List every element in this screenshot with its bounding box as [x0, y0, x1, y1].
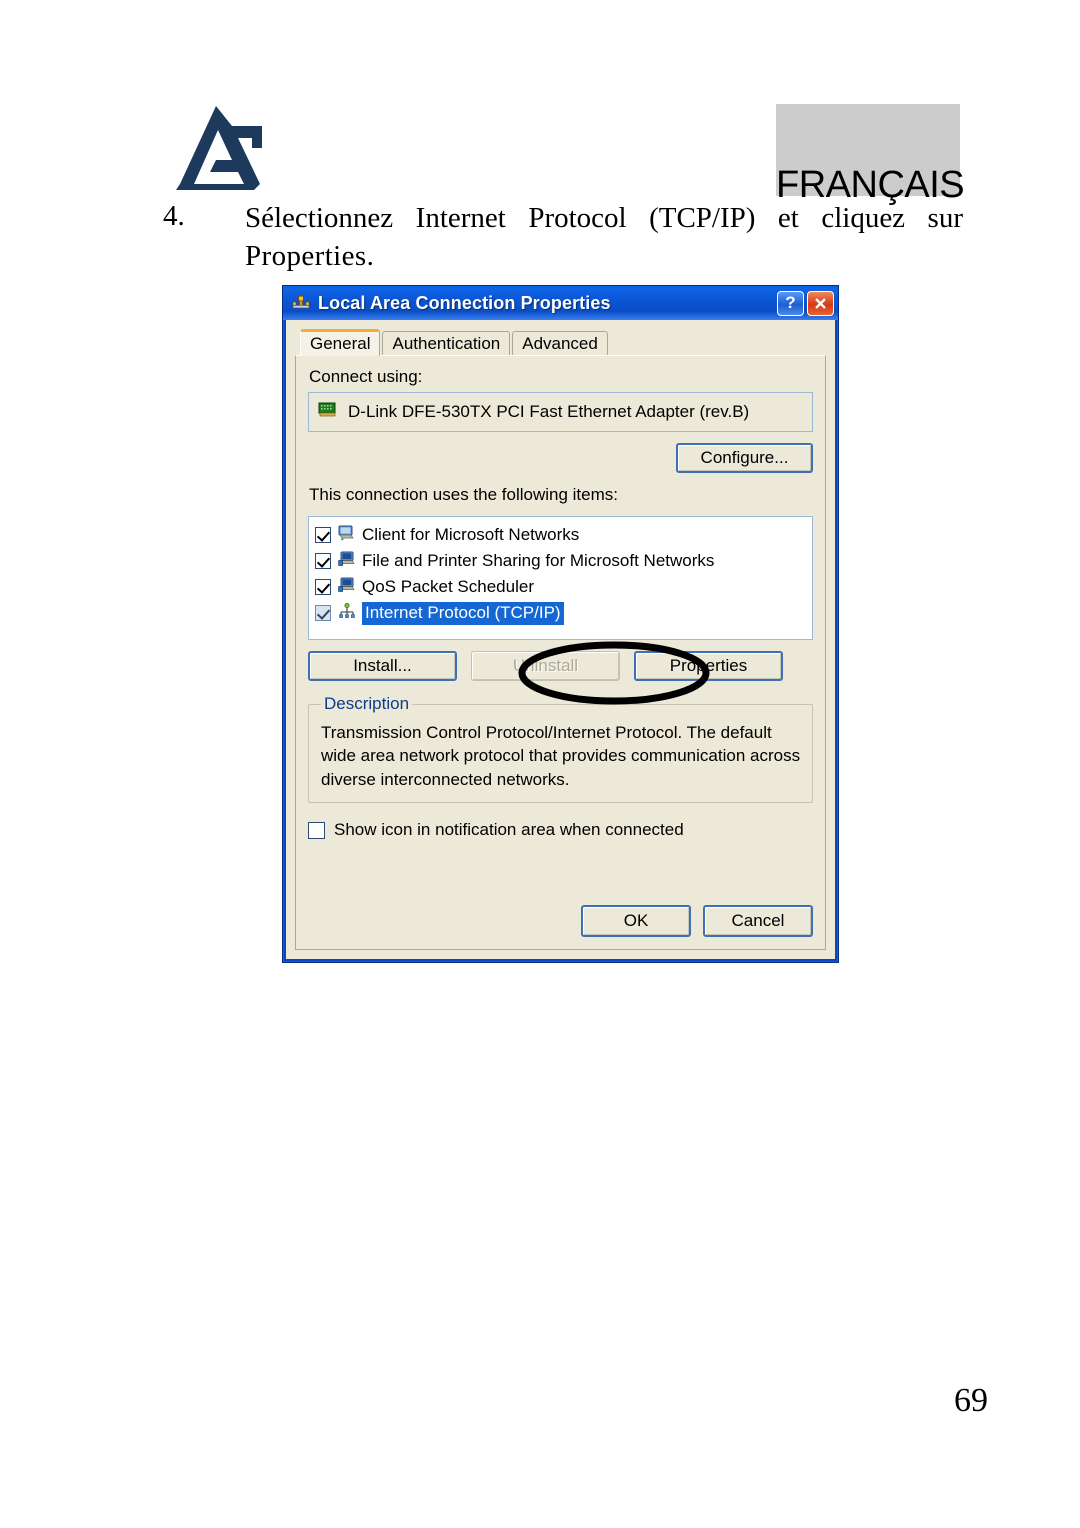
- item-checkbox[interactable]: [315, 579, 331, 595]
- list-item[interactable]: Client for Microsoft Networks: [315, 522, 808, 548]
- list-item[interactable]: File and Printer Sharing for Microsoft N…: [315, 548, 808, 574]
- list-item[interactable]: Internet Protocol (TCP/IP): [315, 600, 808, 626]
- network-connection-icon: [291, 293, 311, 313]
- description-legend: Description: [324, 694, 410, 713]
- network-items-list[interactable]: Client for Microsoft Networks File and P…: [308, 516, 813, 640]
- item-action-buttons: Install... Uninstall Properties: [308, 641, 813, 705]
- protocol-icon: [338, 602, 356, 624]
- dialog-titlebar[interactable]: Local Area Connection Properties ?: [283, 286, 838, 320]
- adapter-field[interactable]: D-Link DFE-530TX PCI Fast Ethernet Adapt…: [308, 392, 813, 432]
- page-number: 69: [954, 1382, 988, 1419]
- close-icon[interactable]: [807, 290, 834, 316]
- tab-panel-general: Connect using: D-Link DFE-530TX PCI Fast…: [295, 355, 826, 950]
- instruction-word: cliquez: [821, 202, 906, 234]
- help-button[interactable]: ?: [777, 290, 804, 316]
- dialog-title: Local Area Connection Properties: [318, 292, 611, 313]
- client-network-icon: [338, 525, 356, 546]
- step-number: 4.: [163, 200, 185, 232]
- configure-button[interactable]: Configure...: [676, 443, 813, 473]
- instruction-word: (TCP/IP): [649, 202, 756, 234]
- tab-authentication[interactable]: Authentication: [382, 331, 511, 355]
- list-item-label: Client for Microsoft Networks: [362, 525, 580, 544]
- language-banner: FRANÇAIS: [776, 104, 965, 204]
- properties-button[interactable]: Properties: [634, 651, 783, 681]
- instruction-word: Protocol: [528, 202, 627, 234]
- tab-advanced[interactable]: Advanced: [512, 331, 608, 355]
- dialog-footer-buttons: OK Cancel: [581, 905, 813, 937]
- cancel-button[interactable]: Cancel: [703, 905, 813, 937]
- adapter-name: D-Link DFE-530TX PCI Fast Ethernet Adapt…: [348, 402, 750, 421]
- configure-row: Configure...: [308, 443, 813, 473]
- instruction-word: et: [777, 202, 799, 234]
- tab-strip: General Authentication Advanced: [295, 329, 826, 356]
- atlantis-land-logo: [176, 104, 266, 190]
- description-text: Transmission Control Protocol/Internet P…: [321, 723, 801, 789]
- tab-general[interactable]: General: [300, 329, 381, 356]
- instruction-line-1: Sélectionnez Internet Protocol (TCP/IP) …: [245, 200, 963, 238]
- show-icon-option[interactable]: Show icon in notification area when conn…: [308, 820, 813, 840]
- instruction-word: Sélectionnez: [245, 202, 394, 234]
- description-group: Description Transmission Control Protoco…: [308, 694, 813, 804]
- local-area-connection-properties-dialog: Local Area Connection Properties ? Gener…: [282, 285, 839, 963]
- language-banner-label: FRANÇAIS: [776, 164, 965, 206]
- connect-using-label: Connect using:: [309, 367, 423, 386]
- instruction-word: sur: [927, 202, 963, 234]
- item-checkbox[interactable]: [315, 527, 331, 543]
- show-icon-checkbox[interactable]: [308, 821, 325, 839]
- items-label: This connection uses the following items…: [309, 485, 618, 504]
- instruction-line-2: Properties.: [245, 239, 375, 272]
- install-button[interactable]: Install...: [308, 651, 457, 681]
- list-item-label: Internet Protocol (TCP/IP): [362, 601, 564, 625]
- qos-scheduler-icon: [338, 577, 356, 598]
- item-checkbox[interactable]: [315, 605, 331, 621]
- list-item-label: File and Printer Sharing for Microsoft N…: [362, 551, 715, 570]
- item-checkbox[interactable]: [315, 553, 331, 569]
- dialog-body: General Authentication Advanced Connect …: [286, 320, 835, 959]
- network-adapter-card-icon: [318, 402, 338, 423]
- list-item-label: QoS Packet Scheduler: [362, 577, 534, 596]
- file-print-sharing-icon: [338, 551, 356, 572]
- instruction-step: 4. Sélectionnez Internet Protocol (TCP/I…: [163, 200, 963, 275]
- show-icon-label: Show icon in notification area when conn…: [334, 820, 684, 840]
- ok-button[interactable]: OK: [581, 905, 691, 937]
- list-item[interactable]: QoS Packet Scheduler: [315, 574, 808, 600]
- instruction-word: Internet: [415, 202, 506, 234]
- uninstall-button: Uninstall: [471, 651, 620, 681]
